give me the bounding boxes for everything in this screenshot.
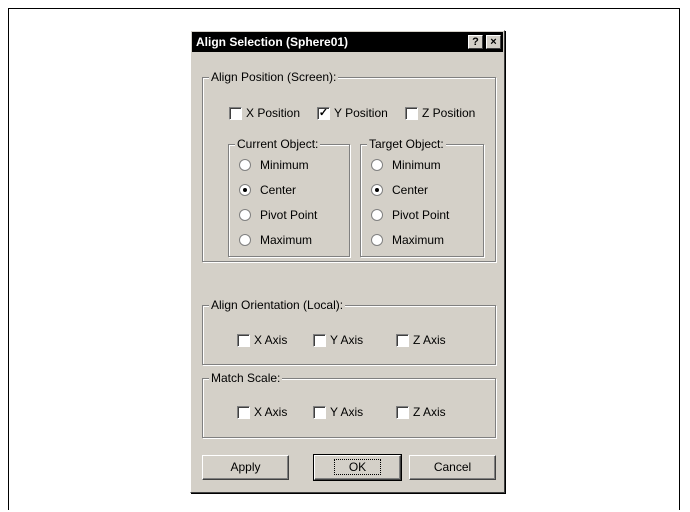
radio-label: Maximum bbox=[392, 233, 445, 247]
y-position-checkbox[interactable]: ✓ Y Position bbox=[317, 106, 388, 120]
radio-label: Minimum bbox=[392, 158, 441, 172]
y-position-label: Y Position bbox=[334, 106, 388, 120]
align-position-group: Align Position (Screen): X Position ✓ Y … bbox=[202, 70, 496, 262]
current-object-group: Current Object: Minimum Center Pivot Poi… bbox=[228, 137, 350, 257]
scale-y-axis-checkbox[interactable]: Y Axis bbox=[313, 405, 363, 419]
current-maximum-radio[interactable]: Maximum bbox=[239, 233, 312, 247]
z-position-label: Z Position bbox=[422, 106, 476, 120]
help-button[interactable]: ? bbox=[468, 35, 483, 49]
x-position-label: X Position bbox=[246, 106, 301, 120]
align-position-legend: Align Position (Screen): bbox=[209, 70, 339, 84]
orient-z-axis-checkbox[interactable]: Z Axis bbox=[396, 333, 446, 347]
scale-y-box[interactable] bbox=[313, 405, 326, 419]
orient-x-axis-checkbox[interactable]: X Axis bbox=[237, 333, 287, 347]
title-bar: Align Selection (Sphere01) ? × bbox=[192, 32, 503, 52]
match-scale-group: Match Scale: X Axis Y Axis Z Axis bbox=[202, 371, 496, 438]
scale-z-axis-checkbox[interactable]: Z Axis bbox=[396, 405, 446, 419]
radio-label: Maximum bbox=[260, 233, 313, 247]
radio-label: Center bbox=[260, 183, 297, 197]
target-pivot-point-radio[interactable]: Pivot Point bbox=[371, 208, 449, 222]
target-center-radio[interactable]: Center bbox=[371, 183, 428, 197]
radio-label: Minimum bbox=[260, 158, 309, 172]
radio-circle[interactable] bbox=[371, 159, 383, 171]
ok-button-label: OK bbox=[333, 459, 382, 475]
x-position-checkbox[interactable]: X Position bbox=[229, 106, 300, 120]
radio-label: Center bbox=[392, 183, 429, 197]
orient-y-box[interactable] bbox=[313, 333, 326, 347]
target-object-legend: Target Object: bbox=[367, 137, 446, 151]
apply-button[interactable]: Apply bbox=[202, 455, 289, 480]
scale-z-box[interactable] bbox=[396, 405, 409, 419]
scale-x-label: X Axis bbox=[254, 405, 288, 419]
z-position-box[interactable] bbox=[405, 106, 418, 120]
radio-circle[interactable] bbox=[239, 159, 251, 171]
current-object-legend: Current Object: bbox=[235, 137, 321, 151]
current-minimum-radio[interactable]: Minimum bbox=[239, 158, 309, 172]
x-position-box[interactable] bbox=[229, 106, 242, 120]
target-minimum-radio[interactable]: Minimum bbox=[371, 158, 441, 172]
target-object-group: Target Object: Minimum Center Pivot Poin… bbox=[360, 137, 484, 257]
radio-label: Pivot Point bbox=[260, 208, 318, 222]
orient-y-label: Y Axis bbox=[330, 333, 364, 347]
current-pivot-point-radio[interactable]: Pivot Point bbox=[239, 208, 317, 222]
align-orientation-legend: Align Orientation (Local): bbox=[209, 298, 346, 312]
orient-x-box[interactable] bbox=[237, 333, 250, 347]
radio-circle[interactable] bbox=[239, 209, 251, 221]
radio-circle[interactable] bbox=[371, 184, 383, 196]
orient-x-label: X Axis bbox=[254, 333, 288, 347]
orient-y-axis-checkbox[interactable]: Y Axis bbox=[313, 333, 363, 347]
scale-x-box[interactable] bbox=[237, 405, 250, 419]
z-position-checkbox[interactable]: Z Position bbox=[405, 106, 475, 120]
orient-z-label: Z Axis bbox=[413, 333, 446, 347]
radio-circle[interactable] bbox=[371, 234, 383, 246]
match-scale-legend: Match Scale: bbox=[209, 371, 283, 385]
radio-circle[interactable] bbox=[239, 234, 251, 246]
scale-z-label: Z Axis bbox=[413, 405, 446, 419]
align-orientation-group: Align Orientation (Local): X Axis Y Axis… bbox=[202, 298, 496, 365]
target-maximum-radio[interactable]: Maximum bbox=[371, 233, 444, 247]
radio-label: Pivot Point bbox=[392, 208, 450, 222]
radio-circle[interactable] bbox=[239, 184, 251, 196]
ok-button[interactable]: OK bbox=[313, 454, 402, 481]
cancel-button[interactable]: Cancel bbox=[409, 455, 496, 480]
current-center-radio[interactable]: Center bbox=[239, 183, 296, 197]
dialog-title: Align Selection (Sphere01) bbox=[196, 35, 349, 49]
align-selection-dialog: Align Selection (Sphere01) ? × Align Pos… bbox=[190, 30, 505, 493]
y-position-box[interactable]: ✓ bbox=[317, 106, 330, 120]
close-button[interactable]: × bbox=[486, 35, 501, 49]
scale-x-axis-checkbox[interactable]: X Axis bbox=[237, 405, 287, 419]
orient-z-box[interactable] bbox=[396, 333, 409, 347]
radio-circle[interactable] bbox=[371, 209, 383, 221]
scale-y-label: Y Axis bbox=[330, 405, 364, 419]
